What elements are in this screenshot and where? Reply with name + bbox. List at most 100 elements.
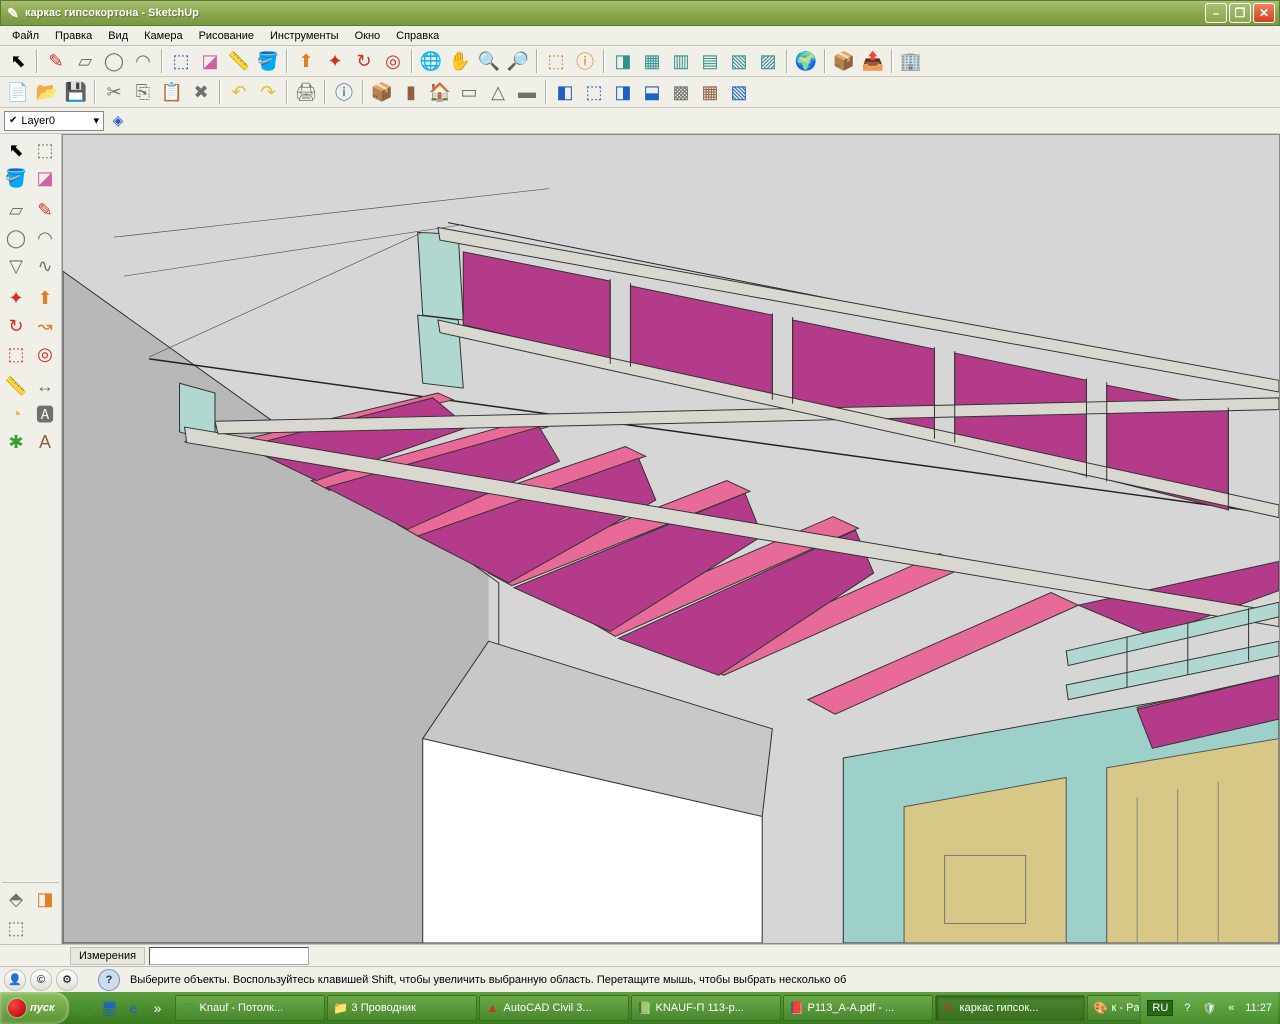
text-icon[interactable]: 🅰 [31, 400, 59, 428]
minimize-button[interactable]: – [1205, 3, 1227, 23]
move-tool-icon[interactable]: ✦ [321, 47, 349, 75]
status-icon[interactable]: ⚙ [56, 969, 78, 991]
paste-icon[interactable]: 📋 [158, 78, 186, 106]
line-tool-icon[interactable]: ✎ [42, 47, 70, 75]
rotate-tool-icon[interactable]: ↻ [350, 47, 378, 75]
top-view-icon[interactable]: ▦ [638, 47, 666, 75]
tray-expand-icon[interactable]: « [1223, 1000, 1239, 1016]
select-icon[interactable]: ⬉ [2, 136, 30, 164]
circle-tool-icon[interactable]: ◯ [100, 47, 128, 75]
pushpull-icon[interactable]: ⬆ [31, 284, 59, 312]
menu-Правка[interactable]: Правка [47, 28, 100, 44]
eraser-tool-icon[interactable]: ◪ [196, 47, 224, 75]
left-view-icon[interactable]: ▨ [754, 47, 782, 75]
style-shaded-icon[interactable]: ◧ [551, 78, 579, 106]
front-view-icon[interactable]: ▥ [667, 47, 695, 75]
dimension-icon[interactable]: ↔ [31, 372, 59, 400]
axes-icon[interactable]: ✱ [2, 428, 30, 456]
model-roof-icon[interactable]: △ [484, 78, 512, 106]
style-hidden-icon[interactable]: ◨ [609, 78, 637, 106]
task-item[interactable]: 📗KNAUF-П 113-р... [631, 995, 781, 1021]
menu-Справка[interactable]: Справка [388, 28, 447, 44]
scale-icon[interactable]: ⬚ [2, 340, 30, 368]
pan-b-icon[interactable]: ⬚ [2, 914, 30, 942]
followme-icon[interactable]: ↝ [31, 312, 59, 340]
tape-measure-icon[interactable]: 📏 [225, 47, 253, 75]
clock[interactable]: 11:27 [1245, 1002, 1272, 1014]
info-icon[interactable]: ⓘ [330, 78, 358, 106]
style-back-icon[interactable]: ▦ [696, 78, 724, 106]
model-house-icon[interactable]: 🏠 [426, 78, 454, 106]
tray-help-icon[interactable]: ? [1179, 1000, 1195, 1016]
arc-icon[interactable]: ◠ [31, 224, 59, 252]
redo-icon[interactable]: ↷ [254, 78, 282, 106]
close-button[interactable]: ✕ [1253, 3, 1275, 23]
print-icon[interactable]: 🖨 [292, 78, 320, 106]
offset-tool-icon[interactable]: ◎ [379, 47, 407, 75]
eraser-icon[interactable]: ◪ [31, 164, 59, 192]
push-pull-icon[interactable]: ⬆ [292, 47, 320, 75]
help-icon[interactable]: ? [98, 969, 120, 991]
model-info-icon[interactable]: ⓘ [571, 47, 599, 75]
measurement-input[interactable] [149, 947, 309, 965]
warehouse-get-icon[interactable]: 📦 [830, 47, 858, 75]
menu-Вид[interactable]: Вид [100, 28, 136, 44]
layer-select[interactable]: Layer0 [4, 111, 104, 131]
right-view-icon[interactable]: ▤ [696, 47, 724, 75]
component-browser-icon[interactable]: ⬚ [542, 47, 570, 75]
task-item[interactable]: 🎨к - Paint [1087, 995, 1140, 1021]
menu-Инструменты[interactable]: Инструменты [262, 28, 347, 44]
task-item[interactable]: 📕P113_A-A.pdf - ... [783, 995, 933, 1021]
credits-icon[interactable]: © [30, 969, 52, 991]
task-item[interactable]: ▲AutoCAD Civil 3... [479, 995, 629, 1021]
freehand-icon[interactable]: ∿ [31, 252, 59, 280]
task-item[interactable]: ◯Knauf - Потолк... [175, 995, 325, 1021]
task-item[interactable]: 📁3 Проводник [327, 995, 477, 1021]
model-box-icon[interactable]: 📦 [368, 78, 396, 106]
model-wall-icon[interactable]: ▮ [397, 78, 425, 106]
save-file-icon[interactable]: 💾 [62, 78, 90, 106]
warehouse-share-icon[interactable]: 📤 [859, 47, 887, 75]
style-xray-icon[interactable]: ⬓ [638, 78, 666, 106]
rectangle-tool-icon[interactable]: ▱ [71, 47, 99, 75]
polygon-icon[interactable]: ▽ [2, 252, 30, 280]
ie-icon[interactable]: e [123, 996, 145, 1020]
rectangle-icon[interactable]: ▱ [2, 196, 30, 224]
component-icon[interactable]: ⬚ [31, 136, 59, 164]
pan-tool-icon[interactable]: ✋ [446, 47, 474, 75]
language-indicator[interactable]: RU [1147, 1000, 1173, 1016]
3d-viewport[interactable] [62, 134, 1280, 944]
back-view-icon[interactable]: ▧ [725, 47, 753, 75]
model-floor-icon[interactable]: ▬ [513, 78, 541, 106]
chrome-icon[interactable]: ◯ [75, 996, 97, 1020]
line-icon[interactable]: ✎ [31, 196, 59, 224]
model-window-icon[interactable]: ▭ [455, 78, 483, 106]
3dtext-icon[interactable]: A [31, 428, 59, 456]
make-component-icon[interactable]: ⬚ [167, 47, 195, 75]
undo-icon[interactable]: ↶ [225, 78, 253, 106]
start-button[interactable]: пуск [0, 992, 69, 1024]
orbit-b-icon[interactable]: ⬘ [2, 885, 30, 913]
geo-icon[interactable]: 👤 [4, 969, 26, 991]
rotate-icon[interactable]: ↻ [2, 312, 30, 340]
section-b-icon[interactable]: ◨ [31, 885, 59, 913]
menu-Камера[interactable]: Камера [136, 28, 190, 44]
move-icon[interactable]: ✦ [2, 284, 30, 312]
new-file-icon[interactable]: 📄 [4, 78, 32, 106]
copy-icon[interactable]: ⎘ [129, 78, 157, 106]
style-mono-icon[interactable]: ▩ [667, 78, 695, 106]
desktop-icon[interactable]: 🖥 [99, 996, 121, 1020]
zoom-extents-icon[interactable]: 🔎 [504, 47, 532, 75]
task-item[interactable]: ✎каркас гипсок... [935, 995, 1085, 1021]
open-file-icon[interactable]: 📂 [33, 78, 61, 106]
paint-bucket-icon[interactable]: 🪣 [254, 47, 282, 75]
google-earth-icon[interactable]: 🌍 [792, 47, 820, 75]
circle-icon[interactable]: ◯ [2, 224, 30, 252]
menu-Рисование[interactable]: Рисование [191, 28, 262, 44]
arc-tool-icon[interactable]: ◠ [129, 47, 157, 75]
add-building-icon[interactable]: 🏢 [897, 47, 925, 75]
iso-view-icon[interactable]: ◨ [609, 47, 637, 75]
style-texture-icon[interactable]: ▧ [725, 78, 753, 106]
orbit-tool-icon[interactable]: 🌐 [417, 47, 445, 75]
layer-manager-icon[interactable]: ◈ [106, 109, 130, 133]
